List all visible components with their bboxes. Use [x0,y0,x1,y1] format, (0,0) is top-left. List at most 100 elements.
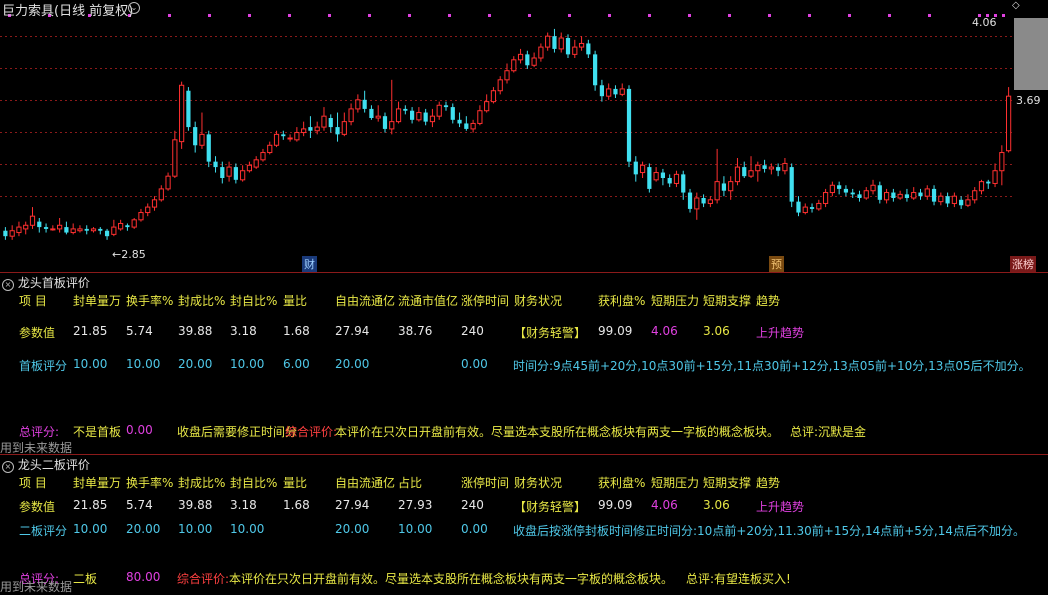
candle[interactable] [687,188,693,213]
candle[interactable] [870,179,876,195]
scroll-up-icon[interactable]: ◇ [1012,0,1048,18]
candle[interactable] [301,121,307,137]
candle[interactable] [294,127,300,142]
candle[interactable] [951,192,957,208]
candle[interactable] [565,34,571,58]
candle[interactable] [959,196,964,209]
candle[interactable] [151,196,158,211]
candle[interactable] [477,105,483,126]
candle[interactable] [464,116,469,131]
candle[interactable] [416,107,422,122]
candle[interactable] [721,176,727,197]
candle[interactable] [782,158,788,175]
candle[interactable] [172,130,178,178]
candle[interactable] [986,179,991,189]
candle[interactable] [897,190,903,200]
candle[interactable] [260,148,266,162]
candle[interactable] [403,105,408,115]
candle[interactable] [626,85,632,168]
candle[interactable] [84,225,89,235]
candle[interactable] [98,227,103,235]
candle[interactable] [748,156,754,178]
candle[interactable] [877,181,882,204]
candle[interactable] [558,32,564,53]
candle[interactable] [1006,87,1012,153]
candle[interactable] [653,167,659,182]
collapse-icon[interactable]: × [2,461,14,473]
candle[interactable] [125,223,130,231]
candle[interactable] [857,190,862,202]
candle[interactable] [131,218,137,229]
candle[interactable] [369,105,374,120]
candle[interactable] [470,119,476,133]
candle[interactable] [667,174,672,188]
candle[interactable] [37,218,42,233]
candle[interactable] [287,134,293,142]
candle[interactable] [789,163,794,208]
candle[interactable] [945,192,950,208]
candle[interactable] [213,156,218,173]
collapse-icon[interactable]: × [2,279,14,291]
candle[interactable] [484,94,490,113]
candle[interactable] [77,225,83,233]
candle[interactable] [375,105,381,122]
candle[interactable] [321,107,327,131]
candle[interactable] [883,188,890,204]
candle[interactable] [660,168,666,186]
candle[interactable] [578,36,585,51]
candle[interactable] [606,83,612,100]
candle[interactable] [186,87,191,131]
candle[interactable] [924,185,930,200]
candle[interactable] [308,116,313,138]
candle[interactable] [837,181,842,195]
candle[interactable] [50,225,56,231]
candle[interactable] [389,79,395,135]
candle[interactable] [206,130,211,168]
candle[interactable] [918,188,923,200]
candle[interactable] [796,196,801,217]
candle[interactable] [572,39,578,58]
candle[interactable] [104,228,110,240]
candle[interactable] [90,227,97,233]
candle[interactable] [978,179,985,195]
candle[interactable] [158,185,164,202]
event-marker-forecast[interactable]: 预 [769,256,784,272]
candle[interactable] [734,158,741,186]
candle[interactable] [267,141,273,155]
candle[interactable] [504,63,510,84]
candle[interactable] [647,163,652,193]
event-marker-finance[interactable]: 财 [302,256,317,272]
candle[interactable] [29,207,36,229]
candle[interactable] [972,187,978,204]
candle[interactable] [246,161,253,173]
candle[interactable] [681,170,686,200]
candle[interactable] [64,221,69,235]
candle[interactable] [728,176,734,200]
candle[interactable] [382,112,388,133]
candle[interactable] [341,112,347,137]
candle[interactable] [816,199,822,211]
candle[interactable] [843,185,849,197]
candle[interactable] [429,108,436,128]
candle[interactable] [673,170,680,188]
candle[interactable] [138,208,144,222]
candle[interactable] [23,221,29,235]
candle[interactable] [545,32,551,51]
candle[interactable] [118,219,124,231]
candle[interactable] [497,76,503,95]
candle[interactable] [240,165,246,182]
candle[interactable] [409,107,415,124]
candle[interactable] [707,196,713,208]
candle[interactable] [511,56,517,73]
candle[interactable] [613,85,618,98]
candle[interactable] [450,103,455,124]
candle[interactable] [362,90,367,113]
candle[interactable] [714,148,720,204]
candle[interactable] [233,163,238,184]
candle[interactable] [776,163,781,177]
candle[interactable] [802,203,808,215]
price-scroll-thumb[interactable] [1014,18,1048,90]
candle[interactable] [525,50,530,69]
candle[interactable] [599,79,605,102]
candle[interactable] [179,81,185,149]
